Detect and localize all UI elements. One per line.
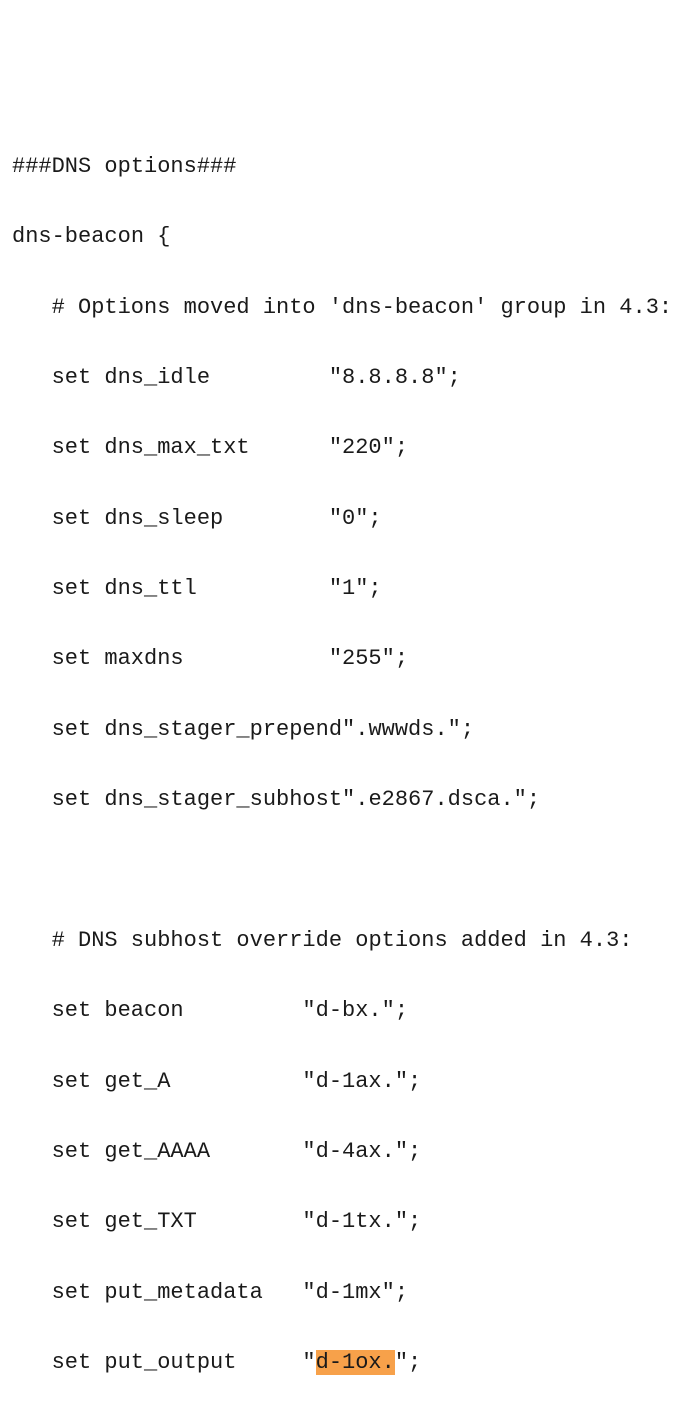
- setting-key: set dns_stager_subhost: [52, 782, 342, 817]
- blank-line: [12, 853, 683, 888]
- setting-line: set dns_sleep"0";: [12, 501, 683, 536]
- setting-value: "8.8.8.8";: [329, 360, 461, 395]
- setting-value: "d-1ax.";: [302, 1064, 421, 1099]
- setting-key: set dns_sleep: [52, 501, 329, 536]
- setting-key: set get_AAAA: [52, 1134, 303, 1169]
- setting-value: "1";: [329, 571, 382, 606]
- setting-key: set dns_idle: [52, 360, 329, 395]
- setting-value: "d-1ox.";: [302, 1345, 421, 1380]
- setting-value: "zero";: [302, 1416, 394, 1418]
- setting-value: ".wwwds.";: [342, 712, 474, 747]
- setting-line: set put_metadata"d-1mx";: [12, 1275, 683, 1310]
- setting-key: set put_output: [52, 1345, 303, 1380]
- setting-key: set get_A: [52, 1064, 303, 1099]
- setting-line: set dns_stager_subhost".e2867.dsca.";: [12, 782, 683, 817]
- highlight: d-1ox.: [316, 1350, 395, 1375]
- setting-line: set ns_response"zero";: [12, 1416, 683, 1418]
- setting-value: "d-1tx.";: [302, 1204, 421, 1239]
- block-open: dns-beacon {: [12, 219, 683, 254]
- setting-key: set dns_stager_prepend: [52, 712, 342, 747]
- setting-line: set maxdns"255";: [12, 641, 683, 676]
- setting-line: set dns_stager_prepend".wwwds.";: [12, 712, 683, 747]
- setting-line: set get_A"d-1ax.";: [12, 1064, 683, 1099]
- setting-key: set put_metadata: [52, 1275, 303, 1310]
- setting-value: "255";: [329, 641, 408, 676]
- setting-key: set dns_ttl: [52, 571, 329, 606]
- setting-line: set get_AAAA"d-4ax.";: [12, 1134, 683, 1169]
- setting-value: "0";: [329, 501, 382, 536]
- setting-value: "d-bx.";: [302, 993, 408, 1028]
- setting-line: set dns_ttl"1";: [12, 571, 683, 606]
- setting-value: "220";: [329, 430, 408, 465]
- header-comment: ###DNS options###: [12, 149, 683, 184]
- setting-line: set put_output"d-1ox.";: [12, 1345, 683, 1380]
- group2-comment: # DNS subhost override options added in …: [12, 923, 683, 958]
- group1-comment: # Options moved into 'dns-beacon' group …: [12, 290, 683, 325]
- setting-value: ".e2867.dsca.";: [342, 782, 540, 817]
- setting-key: set dns_max_txt: [52, 430, 329, 465]
- setting-line: set dns_idle"8.8.8.8";: [12, 360, 683, 395]
- setting-value: "d-1mx";: [302, 1275, 408, 1310]
- setting-key: set get_TXT: [52, 1204, 303, 1239]
- setting-line: set get_TXT"d-1tx.";: [12, 1204, 683, 1239]
- setting-line: set dns_max_txt"220";: [12, 430, 683, 465]
- setting-key: set maxdns: [52, 641, 329, 676]
- setting-line: set beacon"d-bx.";: [12, 993, 683, 1028]
- setting-value: "d-4ax.";: [302, 1134, 421, 1169]
- setting-key: set ns_response: [52, 1416, 303, 1418]
- setting-key: set beacon: [52, 993, 303, 1028]
